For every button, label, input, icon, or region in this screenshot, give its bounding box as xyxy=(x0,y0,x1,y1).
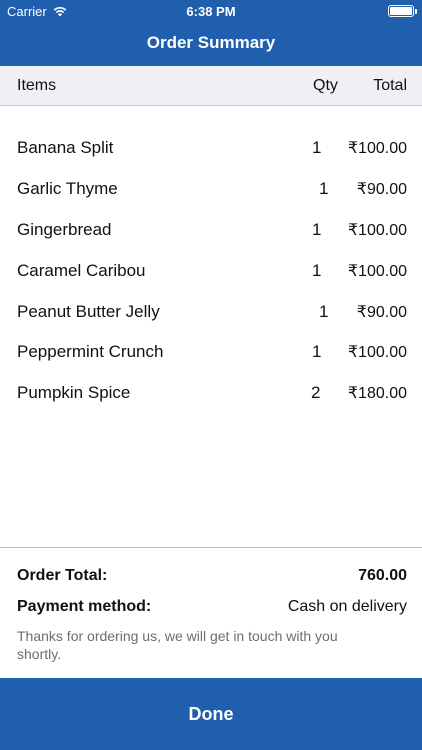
column-header-qty: Qty xyxy=(313,77,338,94)
item-name: Banana Split xyxy=(17,138,114,157)
item-total: ₹100.00 xyxy=(347,222,407,239)
status-bar: Carrier 6:38 PM xyxy=(0,0,422,22)
item-total: ₹90.00 xyxy=(356,181,407,198)
item-qty: 1 xyxy=(312,261,322,280)
battery-icon xyxy=(388,5,417,17)
page-title: Order Summary xyxy=(146,33,276,52)
item-qty: 1 xyxy=(312,342,322,361)
item-qty: 1 xyxy=(312,220,322,239)
item-total: ₹100.00 xyxy=(347,140,407,157)
payment-method-label: Payment method: xyxy=(17,598,152,615)
item-name: Pumpkin Spice xyxy=(17,383,131,402)
column-header-total: Total xyxy=(373,77,407,94)
order-total-label: Order Total: xyxy=(17,567,108,584)
column-header-items: Items xyxy=(17,77,57,94)
item-name: Garlic Thyme xyxy=(17,179,118,198)
item-total: ₹90.00 xyxy=(356,304,407,321)
item-qty: 2 xyxy=(311,383,321,402)
item-name: Peppermint Crunch xyxy=(17,342,164,361)
item-name: Peanut Butter Jelly xyxy=(17,302,160,321)
order-summary-panel: Order Total: 760.00 Payment method: Cash… xyxy=(0,548,422,678)
nav-header: Carrier 6:38 PM Order Summary xyxy=(0,0,422,66)
item-qty: 1 xyxy=(319,302,329,321)
done-button[interactable]: Done xyxy=(0,678,422,750)
payment-method-value: Cash on delivery xyxy=(287,598,407,615)
order-total-value: 760.00 xyxy=(358,567,407,584)
item-qty: 1 xyxy=(319,179,329,198)
item-name: Gingerbread xyxy=(17,220,112,239)
status-time: 6:38 PM xyxy=(186,4,236,19)
item-total: ₹100.00 xyxy=(347,263,407,280)
item-total: ₹180.00 xyxy=(347,385,407,402)
table-header: Items Qty Total xyxy=(0,66,422,106)
item-qty: 1 xyxy=(312,138,322,157)
thank-you-note: Thanks for ordering us, we will get in t… xyxy=(17,628,338,662)
item-total: ₹100.00 xyxy=(347,344,407,361)
item-name: Caramel Caribou xyxy=(17,261,146,280)
